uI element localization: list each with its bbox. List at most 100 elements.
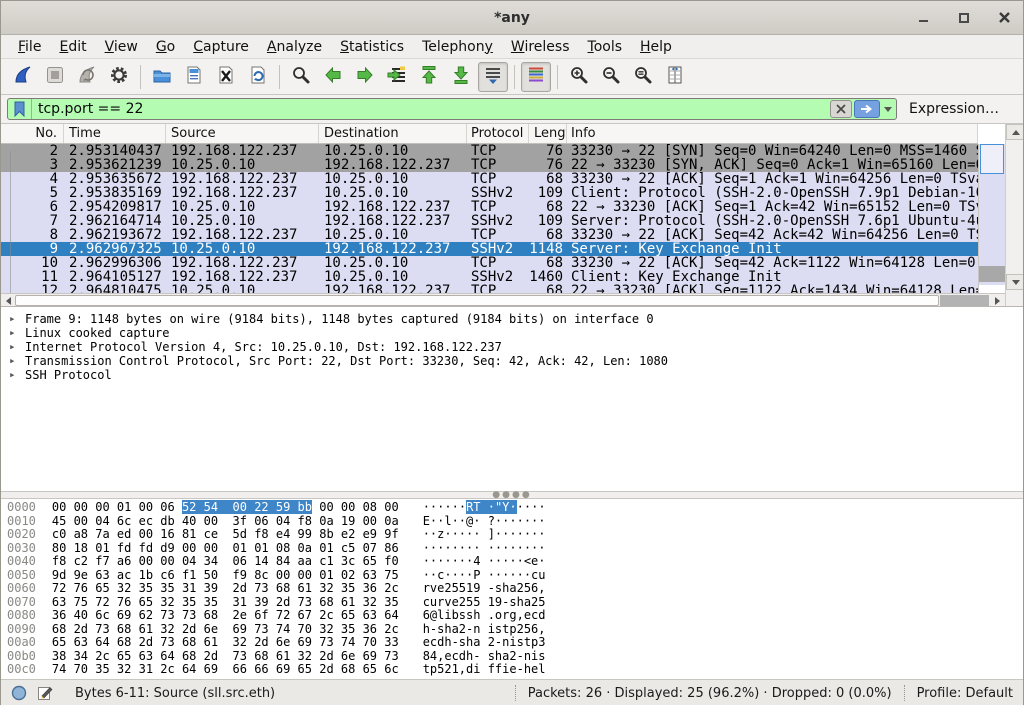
menu-analyze[interactable]: Analyze (258, 36, 331, 58)
menu-statistics[interactable]: Statistics (331, 36, 413, 58)
auto-scroll-button[interactable] (478, 62, 508, 92)
hex-row-0020[interactable]: 0020c0 a8 7a ed 00 16 81 ce 5d f8 e4 99 … (7, 528, 1023, 542)
ascii-bytes[interactable]: curve255 19-sha25 (423, 595, 546, 609)
detail-line-4[interactable]: ▸SSH Protocol (1, 368, 1023, 382)
packet-row-6[interactable]: 62.95420981710.25.0.10192.168.122.237TCP… (1, 200, 978, 214)
find-packet-button[interactable] (286, 62, 316, 92)
hex-row-0070[interactable]: 007063 75 72 76 65 32 35 35 31 39 2d 73 … (7, 596, 1023, 610)
expand-arrow-icon[interactable]: ▸ (9, 326, 25, 340)
close-file-button[interactable] (211, 62, 241, 92)
hex-row-0030[interactable]: 003080 18 01 fd fd d9 00 00 01 01 08 0a … (7, 542, 1023, 556)
resize-columns-button[interactable] (660, 62, 690, 92)
hex-row-0060[interactable]: 006072 76 65 32 35 35 31 39 2d 73 68 61 … (7, 582, 1023, 596)
expression-button[interactable]: Expression… (909, 101, 999, 117)
ascii-bytes[interactable]: ······RT ·"Y····· (423, 500, 546, 514)
ascii-bytes[interactable]: tp521,di ffie-hel (423, 662, 546, 676)
zoom-out-button[interactable] (596, 62, 626, 92)
detail-line-3[interactable]: ▸Transmission Control Protocol, Src Port… (1, 354, 1023, 368)
stop-capture-button[interactable] (40, 62, 70, 92)
packet-row-4[interactable]: 42.953635672192.168.122.23710.25.0.10TCP… (1, 172, 978, 186)
detail-line-0[interactable]: ▸Frame 9: 1148 bytes on wire (9184 bits)… (1, 312, 1023, 326)
hex-bytes[interactable]: 45 00 04 6c ec db 40 00 3f 06 04 f8 0a 1… (52, 514, 399, 528)
go-forward-button[interactable] (350, 62, 380, 92)
intelligent-scrollbar[interactable] (978, 144, 1005, 293)
packet-row-2[interactable]: 22.953140437192.168.122.23710.25.0.10TCP… (1, 144, 978, 158)
hex-bytes[interactable]: 74 70 35 32 31 2c 64 69 66 66 69 65 2d 6… (52, 662, 399, 676)
status-separator[interactable] (904, 685, 905, 701)
zoom-in-button[interactable] (564, 62, 594, 92)
hex-bytes[interactable]: 36 40 6c 69 62 73 73 68 2e 6f 72 67 2c 6… (52, 608, 399, 622)
hex-bytes[interactable]: 38 34 2c 65 63 64 68 2d 73 68 61 32 2d 6… (52, 649, 399, 663)
horizontal-scrollbar[interactable] (1, 293, 1005, 307)
expand-arrow-icon[interactable]: ▸ (9, 354, 25, 368)
minimize-button[interactable] (911, 6, 937, 30)
hex-row-0040[interactable]: 0040f8 c2 f7 a6 00 00 04 34 06 14 84 aa … (7, 555, 1023, 569)
close-button[interactable] (991, 6, 1017, 30)
hex-bytes[interactable]: 80 18 01 fd fd d9 00 00 01 01 08 0a 01 c… (52, 541, 399, 555)
ascii-bytes[interactable]: ··c····P ······cu (423, 568, 546, 582)
ascii-bytes[interactable]: rve25519 -sha256, (423, 581, 546, 595)
menu-capture[interactable]: Capture (184, 36, 258, 58)
menu-wireless[interactable]: Wireless (502, 36, 579, 58)
packet-row-9-selected[interactable]: 92.96296732510.25.0.10192.168.122.237SSH… (1, 242, 978, 256)
expand-arrow-icon[interactable]: ▸ (9, 312, 25, 326)
column-header-info[interactable]: Info (567, 124, 978, 143)
hex-bytes[interactable]: 68 2d 73 68 61 32 2d 6e 69 73 74 70 32 3… (52, 622, 399, 636)
status-profile[interactable]: Profile: Default (917, 686, 1013, 701)
expert-info-button[interactable] (11, 685, 27, 701)
packet-row-12[interactable]: 122.96481047510.25.0.10192.168.122.237TC… (1, 284, 978, 293)
detail-line-1[interactable]: ▸Linux cooked capture (1, 326, 1023, 340)
ascii-bytes[interactable]: h-sha2-n istp256, (423, 622, 546, 636)
hex-bytes[interactable]: c0 a8 7a ed 00 16 81 ce 5d f8 e4 99 8b e… (52, 527, 399, 541)
packet-row-3[interactable]: 32.95362123910.25.0.10192.168.122.237TCP… (1, 158, 978, 172)
column-header-length[interactable]: Length (529, 124, 567, 143)
filter-apply-button[interactable] (854, 100, 880, 118)
pane-splitter[interactable]: ●●●● (1, 491, 1023, 499)
menu-help[interactable]: Help (631, 36, 681, 58)
packet-row-5[interactable]: 52.953835169192.168.122.23710.25.0.10SSH… (1, 186, 978, 200)
hex-bytes[interactable]: f8 c2 f7 a6 00 00 04 34 06 14 84 aa c1 3… (52, 554, 399, 568)
start-capture-button[interactable] (8, 62, 38, 92)
menu-edit[interactable]: Edit (50, 36, 95, 58)
hex-row-0090[interactable]: 009068 2d 73 68 61 32 2d 6e 69 73 74 70 … (7, 623, 1023, 637)
column-header-no[interactable]: No. (1, 124, 64, 143)
open-file-button[interactable] (147, 62, 177, 92)
column-header-destination[interactable]: Destination (319, 124, 467, 143)
hex-row-0010[interactable]: 001045 00 04 6c ec db 40 00 3f 06 04 f8 … (7, 515, 1023, 529)
capture-comment-button[interactable] (37, 685, 53, 701)
hex-row-0080[interactable]: 008036 40 6c 69 62 73 73 68 2e 6f 72 67 … (7, 609, 1023, 623)
packet-row-8[interactable]: 82.962193672192.168.122.23710.25.0.10TCP… (1, 228, 978, 242)
save-file-button[interactable] (179, 62, 209, 92)
capture-options-button[interactable] (104, 62, 134, 92)
detail-line-2[interactable]: ▸Internet Protocol Version 4, Src: 10.25… (1, 340, 1023, 354)
filter-text[interactable]: tcp.port == 22 (32, 101, 830, 117)
hex-bytes[interactable]: 72 76 65 32 35 35 31 39 2d 73 68 61 32 3… (52, 581, 399, 595)
expand-arrow-icon[interactable]: ▸ (9, 340, 25, 354)
expand-arrow-icon[interactable]: ▸ (9, 368, 25, 382)
reload-file-button[interactable] (243, 62, 273, 92)
scrollbar-thumb[interactable] (980, 144, 1004, 174)
titlebar[interactable]: *any (1, 1, 1023, 35)
scroll-up-button[interactable] (1006, 124, 1023, 140)
go-back-button[interactable] (318, 62, 348, 92)
ascii-bytes[interactable]: ecdh-sha 2-nistp3 (423, 635, 546, 649)
column-header-source[interactable]: Source (166, 124, 319, 143)
ascii-bytes[interactable]: 84,ecdh- sha2-nis (423, 649, 546, 663)
hex-bytes[interactable]: 63 75 72 76 65 32 35 35 31 39 2d 73 68 6… (52, 595, 399, 609)
filter-history-dropdown[interactable] (880, 100, 896, 118)
display-filter-input[interactable]: tcp.port == 22 (7, 98, 897, 120)
filter-clear-button[interactable] (830, 100, 852, 118)
scroll-right-button[interactable] (990, 294, 1005, 307)
scroll-left-button[interactable] (1, 294, 15, 307)
menu-tools[interactable]: Tools (579, 36, 632, 58)
hex-row-0050[interactable]: 00509d 9e 63 ac 1b c6 f1 50 f9 8c 00 00 … (7, 569, 1023, 583)
hex-bytes[interactable]: 00 00 00 01 00 06 52 54 00 22 59 bb 00 0… (52, 500, 399, 514)
restart-capture-button[interactable] (72, 62, 102, 92)
maximize-button[interactable] (951, 6, 977, 30)
scroll-down-button[interactable] (1006, 274, 1023, 290)
zoom-original-button[interactable] (628, 62, 658, 92)
go-to-packet-button[interactable] (382, 62, 412, 92)
column-header-protocol[interactable]: Protocol (467, 124, 529, 143)
packet-row-11[interactable]: 112.964105127192.168.122.23710.25.0.10SS… (1, 270, 978, 284)
status-separator[interactable] (515, 685, 516, 701)
